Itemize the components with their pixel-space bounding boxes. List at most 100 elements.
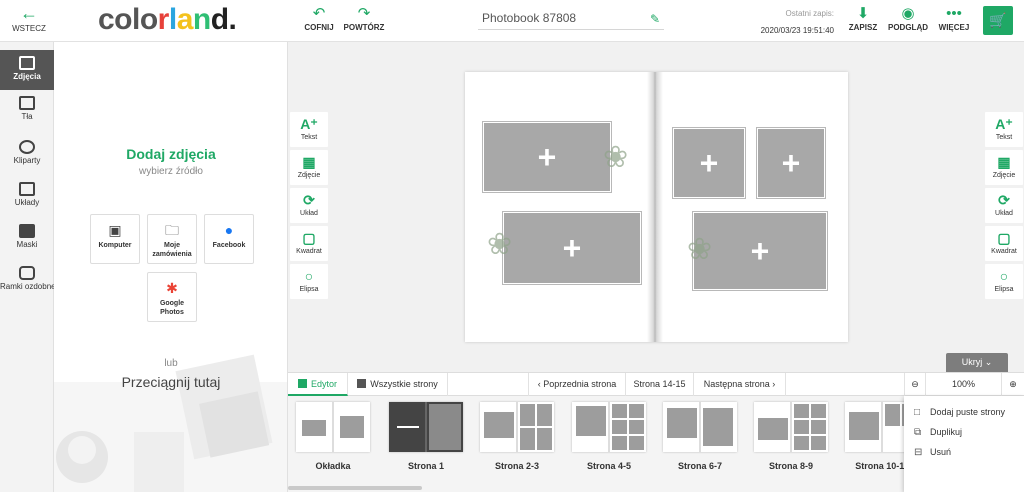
undo-label: COFNIJ xyxy=(304,23,334,32)
source-label: Komputer xyxy=(98,242,132,249)
leaf-decoration-icon: ❀ xyxy=(603,141,629,174)
tab-editor[interactable]: Edytor xyxy=(288,373,348,396)
back-button[interactable]: ← WSTECZ xyxy=(8,4,50,33)
add-ellipse-button-right[interactable]: ○ Elipsa xyxy=(985,264,1023,299)
source-google-photos-button[interactable]: ✱ Google Photos xyxy=(147,272,197,322)
clipart-icon xyxy=(19,140,35,154)
menu-item-delete[interactable]: ⊟ Usuń xyxy=(904,442,1024,462)
google-photos-icon: ✱ xyxy=(166,280,178,296)
redo-label: POWTÓRZ xyxy=(343,23,385,32)
undo-button[interactable]: ↶ COFNIJ xyxy=(302,6,336,32)
thumbnail-label: Strona 2-3 xyxy=(494,461,539,471)
rail-item-cliparts[interactable]: Kliparty xyxy=(0,134,54,174)
frame-icon xyxy=(19,266,35,280)
thumbnail-page-6-7[interactable] xyxy=(663,402,737,452)
pencil-icon[interactable]: ✎ xyxy=(650,12,660,26)
photo-slot[interactable]: + xyxy=(502,211,642,285)
or-label: lub xyxy=(164,358,178,369)
drop-zone-label[interactable]: Przeciągnij tutaj xyxy=(54,374,287,390)
plus-icon: + xyxy=(750,233,770,269)
menu-item-duplicate[interactable]: ⧉ Duplikuj xyxy=(904,422,1024,442)
add-text-button[interactable]: A⁺ Tekst xyxy=(290,112,328,147)
dots-icon: ••• xyxy=(946,5,962,22)
last-save-label: Ostatni zapis: xyxy=(785,9,834,18)
image-icon xyxy=(19,56,35,70)
source-label: Facebook xyxy=(212,242,246,249)
left-rail: Zdjęcia Tła Kliparty Układy Maski Ramki … xyxy=(0,42,56,492)
source-label: Google Photos xyxy=(159,300,185,316)
photo-add-icon: ▦ xyxy=(997,154,1011,170)
rail-item-frames[interactable]: Ramki ozdobne xyxy=(0,260,56,300)
source-my-orders-button[interactable]: 🗀 Moje zamówienia xyxy=(147,214,197,264)
redo-button[interactable]: ↷ POWTÓRZ xyxy=(342,6,386,32)
rail-item-label: Układy xyxy=(14,198,40,207)
refresh-icon: ⟳ xyxy=(998,192,1010,208)
rail-item-backgrounds[interactable]: Tła xyxy=(0,90,54,130)
rail-item-masks[interactable]: Maski xyxy=(0,218,54,258)
menu-item-add-blank-pages[interactable]: □ Dodaj puste strony xyxy=(904,402,1024,422)
thumbnail-label: Strona 6-7 xyxy=(677,461,722,471)
rail-item-label: Ramki ozdobne xyxy=(0,282,56,291)
photo-slot[interactable]: + xyxy=(482,121,612,193)
save-icon: ⬇ xyxy=(856,5,870,22)
panel-subtitle: wybierz źródło xyxy=(139,166,203,177)
right-tool-column: A⁺ Tekst ▦ Zdjęcie ⟳ Układ ▢ Kwadrat ○ Elipsa xyxy=(985,112,1024,302)
arrow-left-icon: ← xyxy=(20,3,38,23)
zoom-in-button[interactable]: ⊕ xyxy=(1002,373,1024,396)
cart-icon: 🛒 xyxy=(989,12,1007,28)
photo-slot[interactable]: + xyxy=(756,127,826,199)
source-computer-button[interactable]: ▣ Komputer xyxy=(90,214,140,264)
thumbnail-cover[interactable] xyxy=(296,402,370,452)
rail-item-layouts[interactable]: Układy xyxy=(0,176,54,216)
save-label: ZAPISZ xyxy=(848,23,878,32)
folder-icon: 🗀 xyxy=(165,222,179,238)
cart-button[interactable]: 🛒 xyxy=(983,6,1013,35)
background-icon xyxy=(19,96,35,110)
left-tool-column: A⁺ Tekst ▦ Zdjęcie ⟳ Układ ▢ Kwadrat ○ Elipsa xyxy=(290,112,330,302)
square-icon: ▢ xyxy=(997,230,1011,246)
panel-title: Dodaj zdjęcia xyxy=(126,146,216,162)
previous-page-button[interactable]: ‹ Poprzednia strona xyxy=(528,373,626,396)
refresh-icon: ⟳ xyxy=(303,192,315,208)
leaf-decoration-icon: ❀ xyxy=(487,228,513,261)
colorland-logo[interactable]: colorland. xyxy=(98,5,237,35)
thumbnail-page-4-5[interactable] xyxy=(572,402,646,452)
add-square-button-right[interactable]: ▢ Kwadrat xyxy=(985,226,1023,261)
editor-canvas: A⁺ Tekst ▦ Zdjęcie ⟳ Układ ▢ Kwadrat ○ Elipsa… xyxy=(288,42,1024,372)
preview-button[interactable]: ◉ PODGLĄD xyxy=(886,6,930,32)
source-facebook-button[interactable]: ● Facebook xyxy=(204,214,254,264)
rail-item-photos[interactable]: Zdjęcia xyxy=(0,50,54,90)
hide-panel-button[interactable]: Ukryj ⌄ xyxy=(946,353,1008,372)
photo-slot[interactable]: + xyxy=(692,211,828,291)
zoom-out-button[interactable]: ⊖ xyxy=(904,373,926,396)
project-title-field[interactable]: Photobook 87808 ✎ xyxy=(478,8,664,30)
zoom-level: 100% xyxy=(926,373,1002,396)
thumbnail-page-8-9[interactable] xyxy=(754,402,828,452)
text-add-icon: A⁺ xyxy=(300,116,318,132)
thumbnail-page-1[interactable] xyxy=(389,402,463,452)
layout-button[interactable]: ⟳ Układ xyxy=(290,188,328,223)
thumbnail-label: Strona 4-5 xyxy=(586,461,631,471)
book-spine xyxy=(647,72,663,342)
plus-icon: + xyxy=(699,145,719,181)
thumbnail-page-2-3[interactable] xyxy=(480,402,554,452)
add-photo-button-right[interactable]: ▦ Zdjęcie xyxy=(985,150,1023,185)
more-button[interactable]: ••• WIĘCEJ xyxy=(936,6,972,32)
layout-button-right[interactable]: ⟳ Układ xyxy=(985,188,1023,223)
add-square-button[interactable]: ▢ Kwadrat xyxy=(290,226,328,261)
tab-all-pages[interactable]: Wszystkie strony xyxy=(348,373,448,396)
plus-icon: + xyxy=(562,230,582,266)
add-ellipse-button[interactable]: ○ Elipsa xyxy=(290,264,328,299)
facebook-icon: ● xyxy=(224,222,234,238)
save-button[interactable]: ⬇ ZAPISZ xyxy=(846,6,880,32)
photo-slot[interactable]: + xyxy=(672,127,746,199)
thumbnail-scrollbar[interactable] xyxy=(288,486,422,490)
add-text-button-right[interactable]: A⁺ Tekst xyxy=(985,112,1023,147)
next-page-button[interactable]: Następna strona › xyxy=(694,373,786,396)
hide-label: Ukryj xyxy=(961,357,983,367)
photo-add-icon: ▦ xyxy=(302,154,316,170)
add-photo-button[interactable]: ▦ Zdjęcie xyxy=(290,150,328,185)
source-label: Moje zamówienia xyxy=(152,242,192,258)
book-icon xyxy=(297,379,307,388)
rail-item-label: Tła xyxy=(21,112,33,121)
